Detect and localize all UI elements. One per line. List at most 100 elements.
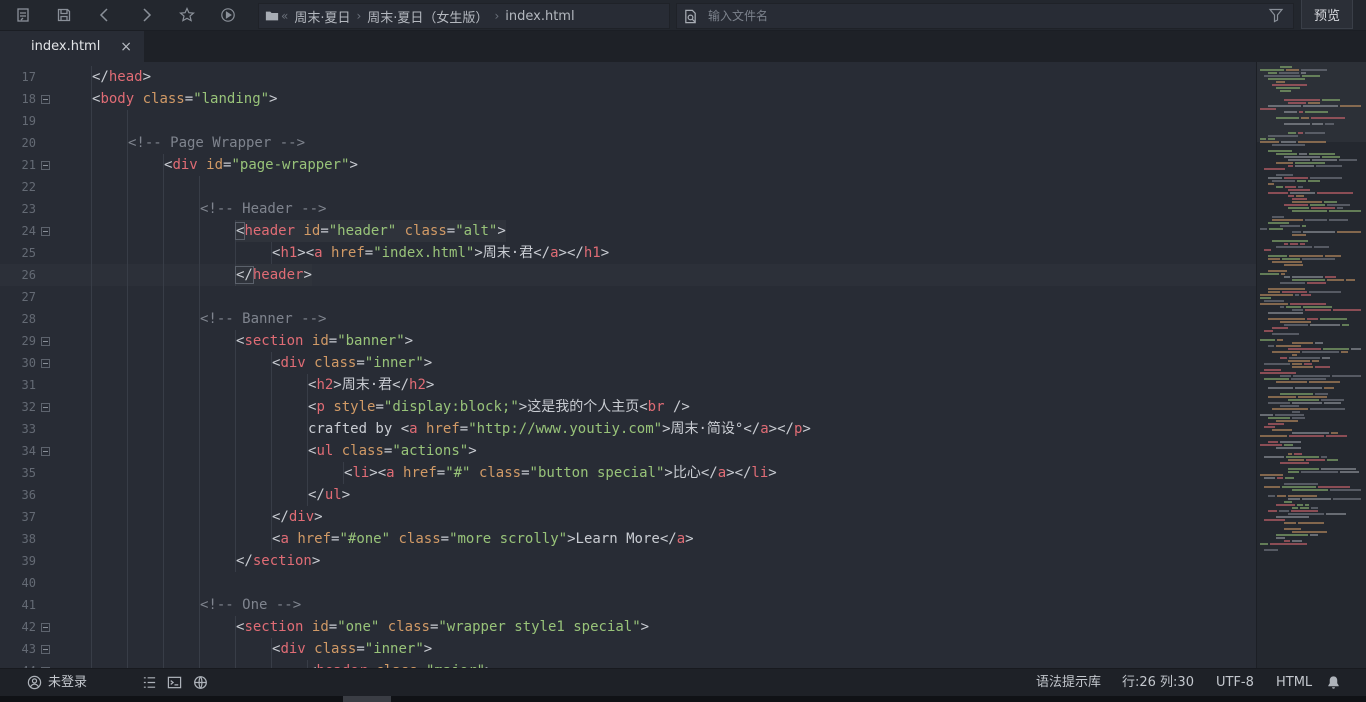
code-token: < <box>639 399 648 415</box>
code-line[interactable]: 28 <!-- Banner --> <box>0 308 1256 330</box>
minimap-code-line <box>1295 165 1314 167</box>
filter-icon[interactable] <box>1264 3 1288 27</box>
code-line[interactable]: 39 </section> <box>0 550 1256 572</box>
code-token: li <box>352 465 370 481</box>
code-line[interactable]: 31 <h2>周末·君</h2> <box>0 374 1256 396</box>
code-line[interactable]: 29 <section id="banner"> <box>0 330 1256 352</box>
code-token: </ <box>743 421 761 437</box>
syntax-library-button[interactable]: 语法提示库 <box>1036 669 1101 697</box>
code-line[interactable]: 22 <box>0 176 1256 198</box>
code-line[interactable]: 43 <div class="inner"> <box>0 638 1256 660</box>
minimap-code-line <box>1292 234 1306 236</box>
fold-toggle-icon[interactable] <box>41 623 50 632</box>
fold-toggle-icon[interactable] <box>41 447 50 456</box>
minimap-code-line <box>1272 429 1292 431</box>
code-line[interactable]: 41 <!-- One --> <box>0 594 1256 616</box>
minimap-code-line <box>1298 396 1327 398</box>
code-token: > <box>349 157 358 173</box>
minimap-code-line <box>1291 510 1318 512</box>
code-line[interactable]: 21 <div id="page-wrapper"> <box>0 154 1256 176</box>
code-line[interactable]: 35 <li><a href="#" class="button special"… <box>0 462 1256 484</box>
minimap-code-line <box>1264 486 1280 488</box>
language-mode-selector[interactable]: HTML <box>1276 669 1312 697</box>
preview-button[interactable]: 预览 <box>1301 0 1353 29</box>
cursor-position[interactable]: 行:26 列:30 <box>1122 669 1194 697</box>
code-token: 这是我的个人主页 <box>527 399 640 415</box>
minimap-code-line <box>1279 510 1289 512</box>
code-line[interactable]: 44 <header class="major"> <box>0 660 1256 668</box>
code-line[interactable]: 26 </header> <box>0 264 1256 286</box>
run-icon[interactable] <box>216 3 240 27</box>
code-line[interactable]: 18 <body class="landing"> <box>0 88 1256 110</box>
minimap-code-line <box>1292 198 1307 200</box>
code-line[interactable]: 34 <ul class="actions"> <box>0 440 1256 462</box>
code-line[interactable]: 19 <box>0 110 1256 132</box>
minimap-code-line <box>1325 123 1334 125</box>
code-line[interactable]: 33 crafted by <a href="http://www.youtiy.… <box>0 418 1256 440</box>
minimap-code-line <box>1268 150 1292 152</box>
line-number: 30 <box>21 356 36 370</box>
code-line[interactable]: 36 </ul> <box>0 484 1256 506</box>
minimap-code-line <box>1325 255 1341 257</box>
fold-toggle-icon[interactable] <box>41 227 50 236</box>
minimap-code-line <box>1346 279 1355 281</box>
outline-list-icon[interactable] <box>142 675 158 691</box>
code-line[interactable]: 27 <box>0 286 1256 308</box>
back-icon[interactable] <box>93 3 117 27</box>
breadcrumb-item-project[interactable]: 周末·夏日 <box>290 7 354 26</box>
minimap-code-line <box>1260 543 1268 545</box>
code-line[interactable]: 42 <section id="one" class="wrapper style… <box>0 616 1256 638</box>
code-line[interactable]: 23 <!-- Header --> <box>0 198 1256 220</box>
code-token: id <box>303 223 321 239</box>
tab-index-html[interactable]: index.html × <box>0 31 144 62</box>
code-token: > <box>664 465 673 481</box>
close-icon[interactable]: × <box>120 39 132 55</box>
code-token: /> <box>672 399 690 415</box>
indent-guide <box>271 418 272 440</box>
star-icon[interactable] <box>175 3 199 27</box>
fold-toggle-icon[interactable] <box>41 337 50 346</box>
fold-toggle-icon[interactable] <box>41 359 50 368</box>
encoding-selector[interactable]: UTF-8 <box>1216 669 1254 697</box>
minimap-code-line <box>1268 258 1280 260</box>
code-line[interactable]: 24 <header id="header" class="alt"> <box>0 220 1256 242</box>
fold-toggle-icon[interactable] <box>41 161 50 170</box>
code-line[interactable]: 30 <div class="inner"> <box>0 352 1256 374</box>
minimap-code-line <box>1268 255 1287 257</box>
code-token: > <box>468 443 477 459</box>
code-line[interactable]: 17 </head> <box>0 66 1256 88</box>
browser-preview-icon[interactable] <box>193 675 209 691</box>
code-line[interactable]: 38 <a href="#one" class="more scrolly">Le… <box>0 528 1256 550</box>
fold-toggle-icon[interactable] <box>41 645 50 654</box>
code-line[interactable]: 20 <!-- Page Wrapper --> <box>0 132 1256 154</box>
code-editor[interactable]: 17 </head> 18 <body class="landing"> 19 20 <!-… <box>0 62 1256 668</box>
minimap-code-line <box>1272 261 1302 263</box>
notification-bell-icon[interactable] <box>1326 675 1342 691</box>
file-tree-icon[interactable] <box>11 3 35 27</box>
fold-toggle-icon[interactable] <box>41 95 50 104</box>
file-search-input[interactable] <box>706 8 1250 24</box>
code-line[interactable]: 40 <box>0 572 1256 594</box>
minimap-code-line <box>1284 501 1292 503</box>
code-line[interactable]: 25 <h1><a href="index.html">周末·君</a></h1> <box>0 242 1256 264</box>
indent-guide <box>235 242 236 264</box>
minimap-code-line <box>1289 357 1320 359</box>
forward-icon[interactable] <box>134 3 158 27</box>
indent-guide <box>91 506 92 528</box>
minimap[interactable] <box>1256 62 1366 668</box>
login-status[interactable]: 未登录 <box>48 669 87 697</box>
save-icon[interactable] <box>52 3 76 27</box>
indent-guide <box>199 528 200 550</box>
breadcrumb-separator: › <box>356 9 362 23</box>
indent-guide <box>163 462 164 484</box>
breadcrumb-item-file[interactable]: index.html <box>501 9 578 24</box>
fold-toggle-icon[interactable] <box>41 403 50 412</box>
code-text: <!-- Page Wrapper --> <box>128 132 305 154</box>
minimap-code-line <box>1292 342 1313 344</box>
code-line[interactable]: 32 <p style="display:block;">这是我的个人主页<br … <box>0 396 1256 418</box>
code-line[interactable]: 37 </div> <box>0 506 1256 528</box>
user-icon[interactable] <box>27 675 43 691</box>
breadcrumb-item-folder[interactable]: 周末·夏日（女生版） <box>363 7 492 26</box>
terminal-icon[interactable] <box>167 675 183 691</box>
